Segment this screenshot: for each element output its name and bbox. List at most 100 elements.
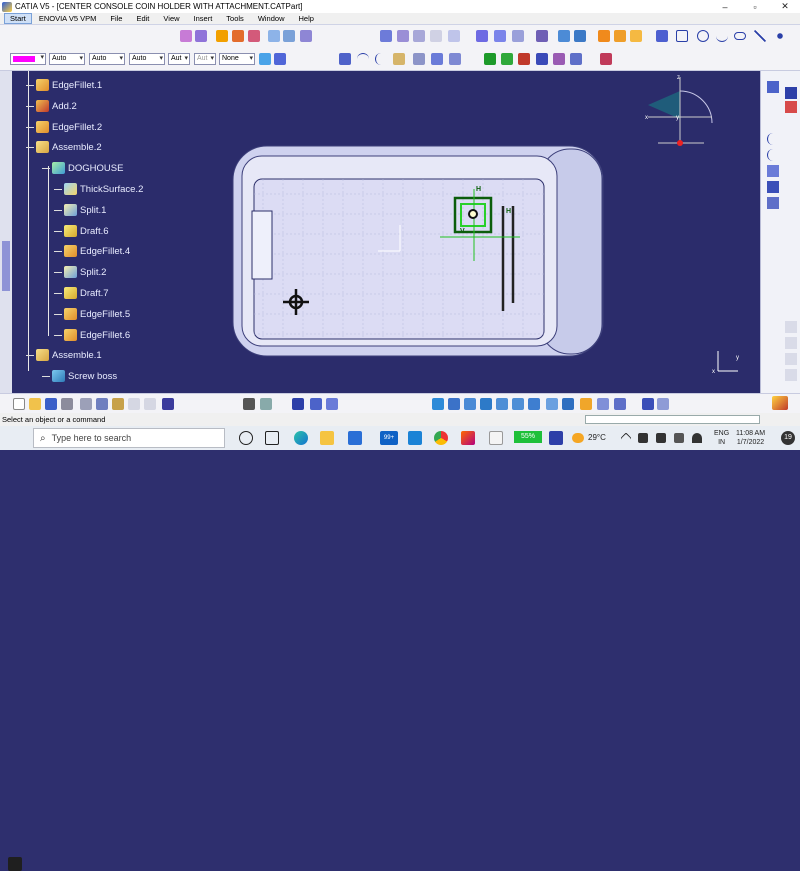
learning-app-icon[interactable]: [408, 431, 422, 445]
select-icon[interactable]: [339, 53, 351, 65]
minimize-button[interactable]: –: [710, 2, 740, 12]
open-icon[interactable]: [29, 398, 41, 410]
tree-node-split-2[interactable]: Split.2: [54, 265, 106, 279]
rotate-icon[interactable]: [480, 398, 492, 410]
normal-view-icon[interactable]: [528, 398, 540, 410]
curve-icon[interactable]: [357, 53, 369, 65]
thickness-dropdown[interactable]: Auto: [129, 53, 165, 65]
construction-icon[interactable]: [216, 30, 228, 42]
volume-icon[interactable]: [656, 433, 666, 443]
tree-node-assemble-2[interactable]: Assemble.2: [26, 140, 102, 154]
tree-node-edgefillet-2[interactable]: EdgeFillet.2: [26, 120, 102, 134]
system-clock[interactable]: 11:08 AM 1/7/2022: [736, 429, 765, 447]
zoom-in-icon[interactable]: [496, 398, 508, 410]
hide-show-icon[interactable]: [597, 398, 609, 410]
orange-tool-2-icon[interactable]: [614, 30, 626, 42]
comment-icon[interactable]: [260, 398, 272, 410]
paste-icon[interactable]: [112, 398, 124, 410]
menu-start[interactable]: Start: [4, 13, 32, 24]
tree-node-screw-boss[interactable]: Screw boss: [42, 369, 117, 383]
layer-dropdown[interactable]: Auto: [49, 53, 85, 65]
formula-icon[interactable]: [243, 398, 255, 410]
redo-icon[interactable]: [144, 398, 156, 410]
properties-icon[interactable]: [274, 53, 286, 65]
windows-start-icon[interactable]: [8, 857, 22, 871]
mirror-icon[interactable]: [767, 181, 779, 193]
trim-icon[interactable]: [767, 165, 779, 177]
grid-4-icon[interactable]: [413, 30, 425, 42]
linetype-dropdown[interactable]: Auto: [89, 53, 125, 65]
cut-icon[interactable]: [80, 398, 92, 410]
ellipse-icon[interactable]: [734, 32, 746, 40]
rectangle-icon[interactable]: [676, 30, 688, 42]
measure-2-icon[interactable]: [326, 398, 338, 410]
restore-button[interactable]: ▫: [740, 2, 770, 12]
battery-indicator[interactable]: 55%: [514, 431, 542, 443]
tree-node-add-2[interactable]: Add.2: [26, 99, 77, 113]
camera-icon[interactable]: [461, 431, 475, 445]
arc-icon[interactable]: [375, 53, 387, 65]
tree-node-edgefillet-5[interactable]: EdgeFillet.5: [54, 307, 130, 321]
document-icon[interactable]: [489, 431, 503, 445]
print-icon[interactable]: [61, 398, 73, 410]
menu-file[interactable]: File: [103, 14, 129, 23]
menu-insert[interactable]: Insert: [187, 14, 220, 23]
grid-5-icon[interactable]: [657, 398, 669, 410]
constraint-2-icon[interactable]: [518, 53, 530, 65]
pencil-icon[interactable]: [380, 30, 392, 42]
cube-icon[interactable]: [476, 30, 488, 42]
shading-icon[interactable]: [580, 398, 592, 410]
file-explorer-icon[interactable]: [320, 431, 334, 445]
undo-icon[interactable]: [128, 398, 140, 410]
grid-3-icon[interactable]: [397, 30, 409, 42]
arrow-icon[interactable]: [785, 101, 797, 113]
fit-all-icon[interactable]: [448, 398, 460, 410]
constraint-icon[interactable]: [232, 30, 244, 42]
tool-icon[interactable]: [512, 30, 524, 42]
tree-node-split-1[interactable]: Split.1: [54, 203, 106, 217]
grid-view-icon[interactable]: [546, 398, 558, 410]
menu-help[interactable]: Help: [292, 14, 321, 23]
style-dropdown[interactable]: Aut: [168, 53, 190, 65]
edge-icon[interactable]: [294, 431, 308, 445]
pulley-icon[interactable]: [656, 30, 668, 42]
wand-icon[interactable]: [536, 53, 548, 65]
color-dropdown[interactable]: [10, 53, 46, 65]
grid-icon[interactable]: [180, 30, 192, 42]
weather-icon[interactable]: [572, 433, 584, 443]
wifi-icon[interactable]: [692, 433, 702, 443]
chrome-icon[interactable]: [434, 431, 448, 445]
catia-task-icon[interactable]: [549, 431, 563, 445]
pan-icon[interactable]: [464, 398, 476, 410]
store-icon[interactable]: [348, 431, 362, 445]
save-icon[interactable]: [45, 398, 57, 410]
language-indicator[interactable]: ENG IN: [714, 429, 729, 447]
exit-workbench-icon[interactable]: [785, 87, 797, 99]
tree-node-edgefillet-4[interactable]: EdgeFillet.4: [54, 244, 130, 258]
tree-node-edgefillet-6[interactable]: EdgeFillet.6: [54, 328, 130, 342]
sketch-icon[interactable]: [448, 30, 460, 42]
taskbar-search-input[interactable]: ⌕ Type here to search: [33, 428, 225, 448]
menu-window[interactable]: Window: [251, 14, 292, 23]
tool-2-icon[interactable]: [553, 53, 565, 65]
swap-icon[interactable]: [614, 398, 626, 410]
move-icon[interactable]: [484, 53, 496, 65]
menu-enovia[interactable]: ENOVIA V5 VPM: [32, 14, 104, 23]
catalog-icon[interactable]: [310, 398, 322, 410]
rename-icon[interactable]: [430, 30, 442, 42]
cortana-icon[interactable]: [239, 431, 253, 445]
tree-node-draft-7[interactable]: Draft.7: [54, 286, 109, 300]
fix-icon[interactable]: [501, 53, 513, 65]
paint-brush-icon[interactable]: [259, 53, 271, 65]
fillet-icon[interactable]: [393, 53, 405, 65]
edit-icon[interactable]: [570, 53, 582, 65]
point-icon[interactable]: [774, 30, 786, 42]
tree-scrollbar[interactable]: [0, 71, 12, 393]
stack-icon[interactable]: [558, 30, 570, 42]
offset-icon[interactable]: [449, 53, 461, 65]
intersect-icon[interactable]: [431, 53, 443, 65]
tree-node-edgefillet-1[interactable]: EdgeFillet.1: [26, 78, 102, 92]
tree-node-thicksurface-2[interactable]: ThickSurface.2: [54, 182, 143, 196]
scrollbar-thumb[interactable]: [2, 241, 10, 291]
geo-set-icon[interactable]: [536, 30, 548, 42]
